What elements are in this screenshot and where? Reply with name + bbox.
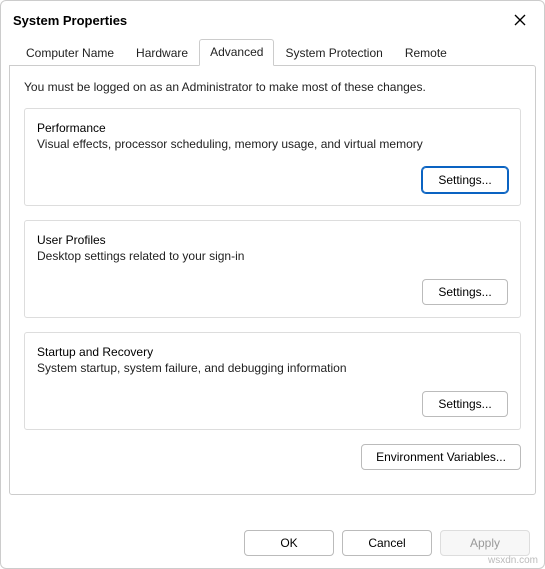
group-performance: Performance Visual effects, processor sc… — [24, 108, 521, 206]
env-row: Environment Variables... — [24, 444, 521, 470]
tabstrip: Computer Name Hardware Advanced System P… — [9, 37, 536, 65]
user-profiles-settings-button[interactable]: Settings... — [422, 279, 508, 305]
group-performance-buttons: Settings... — [37, 167, 508, 193]
window-title: System Properties — [13, 13, 127, 28]
tab-hardware[interactable]: Hardware — [125, 40, 199, 66]
tab-system-protection[interactable]: System Protection — [274, 40, 393, 66]
group-performance-desc: Visual effects, processor scheduling, me… — [37, 137, 508, 151]
group-startup-recovery-desc: System startup, system failure, and debu… — [37, 361, 508, 375]
startup-recovery-settings-button[interactable]: Settings... — [422, 391, 508, 417]
tab-computer-name[interactable]: Computer Name — [15, 40, 125, 66]
group-user-profiles-desc: Desktop settings related to your sign-in — [37, 249, 508, 263]
titlebar: System Properties — [1, 1, 544, 37]
watermark: wsxdn.com — [488, 555, 538, 566]
ok-button[interactable]: OK — [244, 530, 334, 556]
window-body: Computer Name Hardware Advanced System P… — [1, 37, 544, 503]
close-icon — [514, 14, 526, 26]
dialog-footer: OK Cancel Apply — [244, 530, 530, 556]
group-user-profiles: User Profiles Desktop settings related t… — [24, 220, 521, 318]
group-startup-recovery: Startup and Recovery System startup, sys… — [24, 332, 521, 430]
tab-advanced[interactable]: Advanced — [199, 39, 274, 66]
group-startup-recovery-legend: Startup and Recovery — [37, 345, 508, 359]
tabpanel-advanced: You must be logged on as an Administrato… — [9, 65, 536, 495]
group-user-profiles-buttons: Settings... — [37, 279, 508, 305]
cancel-button[interactable]: Cancel — [342, 530, 432, 556]
performance-settings-button[interactable]: Settings... — [422, 167, 508, 193]
tab-remote[interactable]: Remote — [394, 40, 458, 66]
group-startup-recovery-buttons: Settings... — [37, 391, 508, 417]
intro-text: You must be logged on as an Administrato… — [24, 80, 521, 94]
group-performance-legend: Performance — [37, 121, 508, 135]
environment-variables-button[interactable]: Environment Variables... — [361, 444, 521, 470]
apply-button[interactable]: Apply — [440, 530, 530, 556]
close-button[interactable] — [506, 8, 534, 32]
group-user-profiles-legend: User Profiles — [37, 233, 508, 247]
